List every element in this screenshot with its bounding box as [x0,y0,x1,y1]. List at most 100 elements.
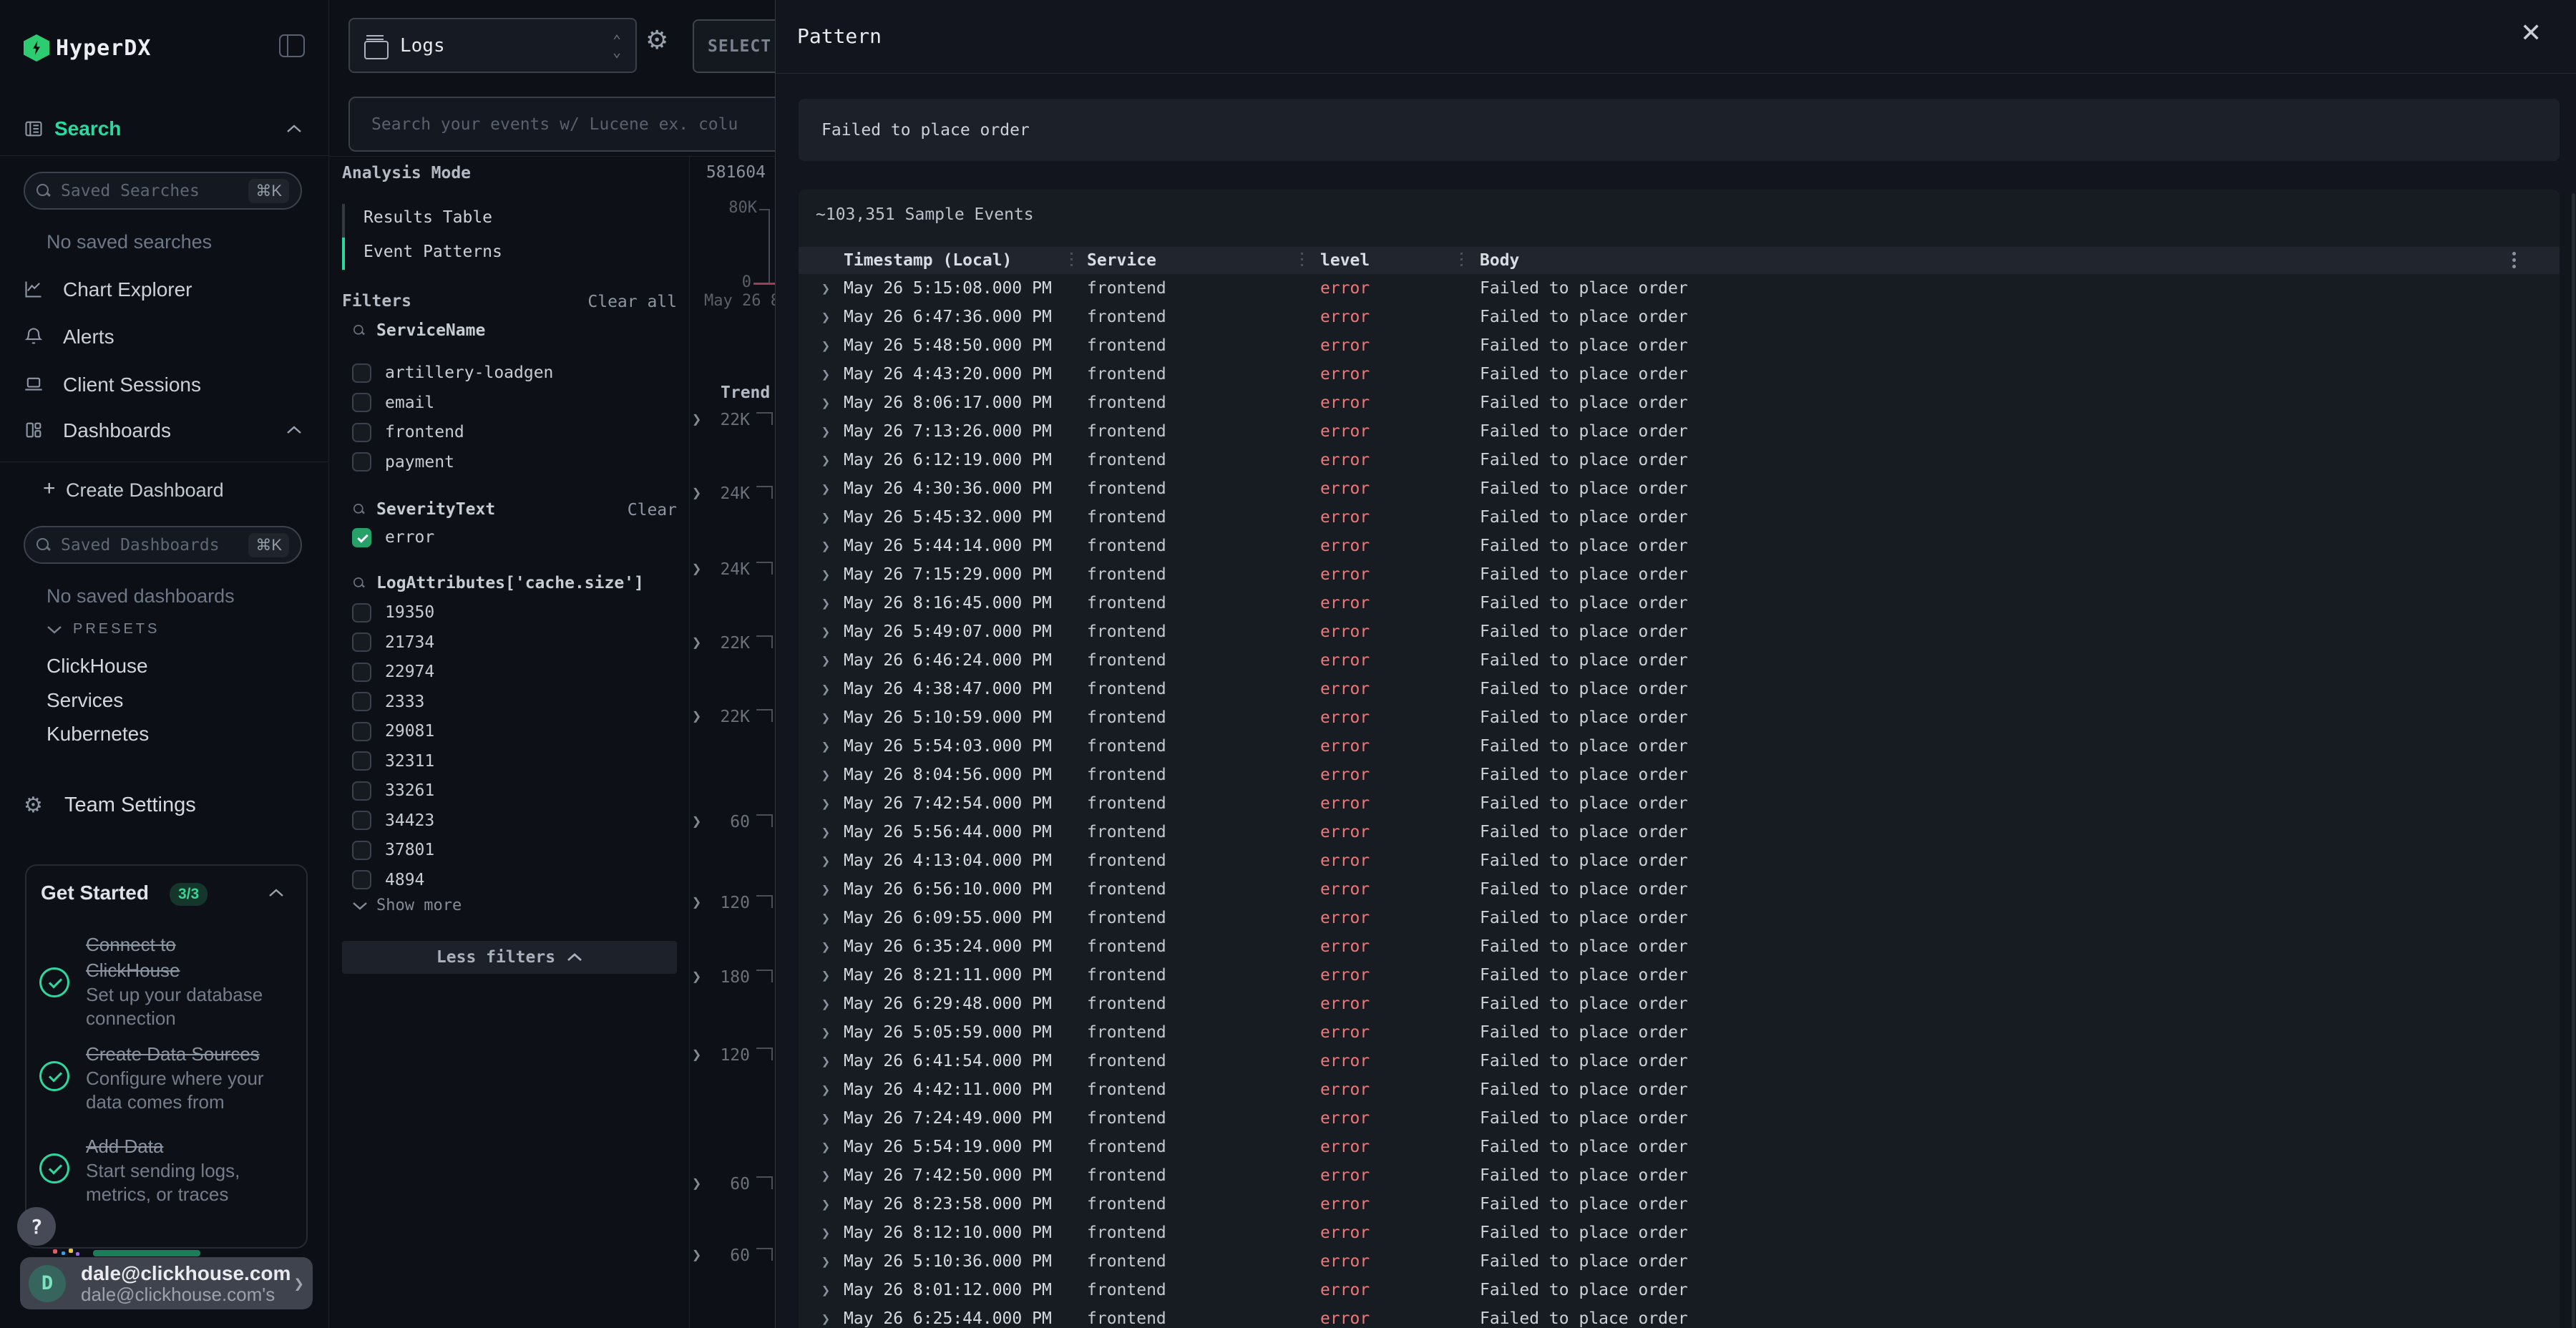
table-row[interactable]: ❯May 26 6:47:36.000 PMfrontenderrorFaile… [799,303,2560,331]
row-expand-chevron-icon[interactable]: ❯ [821,303,830,331]
chevron-right-icon[interactable]: ❯ [692,1175,701,1193]
sidebar-item-dashboards[interactable]: Dashboards [0,410,329,450]
row-expand-chevron-icon[interactable]: ❯ [821,789,830,818]
create-dashboard-button[interactable]: + Create Dashboard [0,477,329,505]
source-select[interactable]: Logs ⌃⌄ [348,18,637,73]
chevron-right-icon[interactable]: ❯ [692,968,701,986]
table-row[interactable]: ❯May 26 8:23:58.000 PMfrontenderrorFaile… [799,1190,2560,1219]
row-expand-chevron-icon[interactable]: ❯ [821,846,830,875]
col-header-level[interactable]: level [1320,247,1370,274]
sidebar-item-client-sessions[interactable]: Client Sessions [0,364,329,404]
row-expand-chevron-icon[interactable]: ❯ [821,761,830,789]
row-expand-chevron-icon[interactable]: ❯ [821,1247,830,1276]
table-row[interactable]: ❯May 26 5:44:14.000 PMfrontenderrorFaile… [799,532,2560,560]
table-row[interactable]: ❯May 26 5:10:59.000 PMfrontenderrorFaile… [799,703,2560,732]
checkbox[interactable] [352,811,371,830]
clear-all-link[interactable]: Clear all [583,293,677,311]
show-more-link[interactable]: Show more [352,897,462,914]
table-row[interactable]: ❯May 26 6:12:19.000 PMfrontenderrorFaile… [799,446,2560,474]
chevron-right-icon[interactable]: ❯ [692,634,701,652]
row-expand-chevron-icon[interactable]: ❯ [821,446,830,474]
row-expand-chevron-icon[interactable]: ❯ [821,990,830,1018]
row-expand-chevron-icon[interactable]: ❯ [821,532,830,560]
table-row[interactable]: ❯May 26 7:42:50.000 PMfrontenderrorFaile… [799,1161,2560,1190]
close-icon[interactable]: ✕ [2520,19,2542,48]
checkbox[interactable] [352,722,371,741]
table-row[interactable]: ❯May 26 4:38:47.000 PMfrontenderrorFaile… [799,675,2560,703]
mode-results-table[interactable]: Results Table [364,208,492,227]
chevron-up-icon[interactable] [268,889,284,897]
row-expand-chevron-icon[interactable]: ❯ [821,875,830,904]
filter-option[interactable]: 21734 [352,630,434,655]
row-expand-chevron-icon[interactable]: ❯ [821,1133,830,1161]
row-expand-chevron-icon[interactable]: ❯ [821,1276,830,1304]
preset-kubernetes[interactable]: Kubernetes [47,723,149,746]
row-expand-chevron-icon[interactable]: ❯ [821,503,830,532]
saved-searches-input[interactable]: Saved Searches ⌘K [24,172,302,210]
filter-group-severitytext[interactable]: SeverityText [352,497,495,522]
row-expand-chevron-icon[interactable]: ❯ [821,1304,830,1328]
table-row[interactable]: ❯May 26 6:29:48.000 PMfrontenderrorFaile… [799,990,2560,1018]
row-expand-chevron-icon[interactable]: ❯ [821,1047,830,1075]
scrollbar[interactable] [2572,193,2575,1328]
filter-option[interactable]: 4894 [352,867,424,893]
row-expand-chevron-icon[interactable]: ❯ [821,560,830,589]
row-expand-chevron-icon[interactable]: ❯ [821,961,830,990]
checkbox[interactable] [352,692,371,711]
table-row[interactable]: ❯May 26 7:13:26.000 PMfrontenderrorFaile… [799,417,2560,446]
table-row[interactable]: ❯May 26 6:35:24.000 PMfrontenderrorFaile… [799,932,2560,961]
checkbox[interactable] [352,363,371,383]
row-expand-chevron-icon[interactable]: ❯ [821,732,830,761]
user-profile-chip[interactable]: D dale@clickhouse.com dale@clickhouse.co… [20,1257,313,1309]
table-row[interactable]: ❯May 26 6:41:54.000 PMfrontenderrorFaile… [799,1047,2560,1075]
table-row[interactable]: ❯May 26 8:06:17.000 PMfrontenderrorFaile… [799,389,2560,417]
sidebar-item-search[interactable]: Search [0,109,329,149]
row-expand-chevron-icon[interactable]: ❯ [821,389,830,417]
row-expand-chevron-icon[interactable]: ❯ [821,1018,830,1047]
checkbox-checked[interactable] [352,528,371,547]
filter-group-servicename[interactable]: ServiceName [352,318,485,343]
table-row[interactable]: ❯May 26 4:13:04.000 PMfrontenderrorFaile… [799,846,2560,875]
table-row[interactable]: ❯May 26 8:04:56.000 PMfrontenderrorFaile… [799,761,2560,789]
row-expand-chevron-icon[interactable]: ❯ [821,646,830,675]
source-settings-gear-icon[interactable]: ⚙ [645,26,668,55]
column-separator[interactable] [1460,253,1463,268]
table-row[interactable]: ❯May 26 5:10:36.000 PMfrontenderrorFaile… [799,1247,2560,1276]
table-row[interactable]: ❯May 26 4:43:20.000 PMfrontenderrorFaile… [799,360,2560,389]
chevron-right-icon[interactable]: ❯ [692,1046,701,1064]
filter-option[interactable]: 22974 [352,659,434,685]
chevron-right-icon[interactable]: ❯ [692,484,701,502]
filter-option[interactable]: frontend [352,419,464,445]
preset-clickhouse[interactable]: ClickHouse [47,655,148,678]
sidebar-item-chart-explorer[interactable]: Chart Explorer [0,269,329,309]
table-menu-icon[interactable] [2512,252,2516,269]
row-expand-chevron-icon[interactable]: ❯ [821,675,830,703]
table-row[interactable]: ❯May 26 6:46:24.000 PMfrontenderrorFaile… [799,646,2560,675]
mode-event-patterns[interactable]: Event Patterns [364,243,502,261]
event-search-input[interactable]: Search your events w/ Lucene ex. colu [348,97,775,152]
help-button[interactable]: ? [17,1207,56,1246]
table-row[interactable]: ❯May 26 8:01:12.000 PMfrontenderrorFaile… [799,1276,2560,1304]
chevron-right-icon[interactable]: ❯ [692,708,701,726]
row-expand-chevron-icon[interactable]: ❯ [821,1161,830,1190]
filter-option[interactable]: 33261 [352,778,434,804]
table-row[interactable]: ❯May 26 7:24:49.000 PMfrontenderrorFaile… [799,1104,2560,1133]
filter-option[interactable]: 32311 [352,748,434,774]
preset-services[interactable]: Services [47,689,123,712]
table-row[interactable]: ❯May 26 5:49:07.000 PMfrontenderrorFaile… [799,617,2560,646]
checkbox[interactable] [352,423,371,442]
table-row[interactable]: ❯May 26 5:56:44.000 PMfrontenderrorFaile… [799,818,2560,846]
table-row[interactable]: ❯May 26 8:12:10.000 PMfrontenderrorFaile… [799,1219,2560,1247]
sidebar-item-alerts[interactable]: Alerts [0,316,329,356]
row-expand-chevron-icon[interactable]: ❯ [821,904,830,932]
row-expand-chevron-icon[interactable]: ❯ [821,360,830,389]
checkbox[interactable] [352,393,371,412]
saved-dashboards-input[interactable]: Saved Dashboards ⌘K [24,526,302,564]
severity-clear-link[interactable]: Clear [601,501,677,519]
checkbox[interactable] [352,870,371,889]
col-header-timestamp[interactable]: Timestamp (Local) [844,247,1012,274]
table-row[interactable]: ❯May 26 4:30:36.000 PMfrontenderrorFaile… [799,474,2560,503]
table-row[interactable]: ❯May 26 5:15:08.000 PMfrontenderrorFaile… [799,274,2560,303]
checkbox[interactable] [352,781,371,801]
table-row[interactable]: ❯May 26 8:16:45.000 PMfrontenderrorFaile… [799,589,2560,617]
